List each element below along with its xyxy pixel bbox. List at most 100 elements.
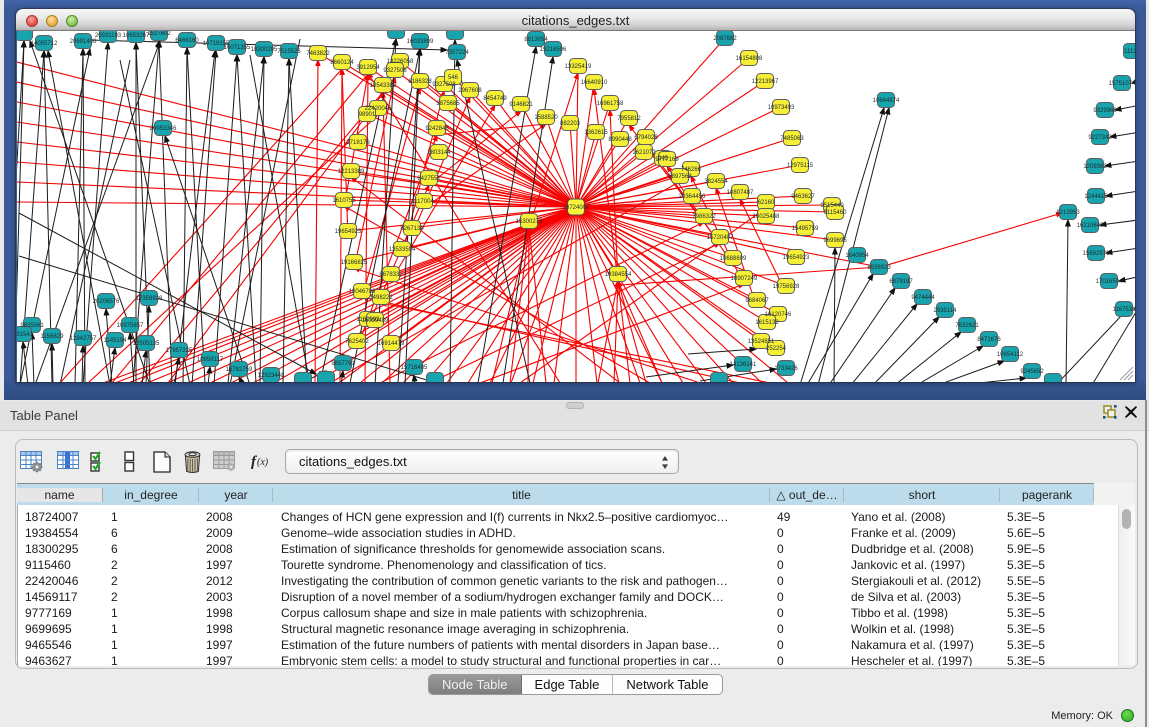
svg-text:9327506: 9327506 [383, 68, 407, 74]
svg-text:2935114: 2935114 [934, 308, 958, 314]
svg-text:8938923: 8938923 [867, 265, 891, 271]
svg-text:15692971: 15692971 [1083, 251, 1110, 257]
svg-text:7357224: 7357224 [445, 50, 469, 56]
svg-text:8267130: 8267130 [400, 226, 424, 232]
svg-text:8186328: 8186328 [408, 79, 432, 85]
svg-text:9515440: 9515440 [820, 203, 844, 209]
svg-text:15495759: 15495759 [792, 226, 819, 232]
svg-text:16154808: 16154808 [736, 56, 763, 62]
svg-text:10543382: 10543382 [370, 83, 397, 89]
svg-text:16071355: 16071355 [224, 45, 251, 51]
svg-text:17957225: 17957225 [166, 348, 193, 354]
svg-text:252254: 252254 [766, 346, 787, 352]
svg-text:(x): (x) [257, 457, 269, 468]
svg-text:6897568: 6897568 [668, 174, 692, 180]
svg-text:1621072: 1621072 [632, 150, 656, 156]
svg-text:13226058: 13226058 [387, 59, 414, 65]
svg-text:20691406: 20691406 [70, 39, 97, 45]
svg-text:9242848: 9242848 [425, 126, 449, 132]
svg-text:117004: 117004 [414, 199, 434, 205]
svg-text:8678332: 8678332 [379, 272, 403, 278]
svg-text:1156829: 1156829 [41, 334, 65, 340]
svg-text:3498222: 3498222 [369, 295, 393, 301]
svg-text:3824554: 3824554 [704, 179, 728, 185]
svg-text:1615132: 1615132 [755, 320, 779, 326]
svg-text:7986322: 7986322 [692, 214, 716, 220]
svg-text:8813054: 8813054 [524, 37, 548, 43]
svg-text:7955812: 7955812 [617, 116, 641, 122]
svg-text:62160: 62160 [758, 200, 775, 206]
svg-text:14136141: 14136141 [730, 362, 757, 368]
svg-text:10654112: 10654112 [997, 352, 1024, 358]
svg-text:1244415: 1244415 [1084, 194, 1108, 200]
svg-text:9227342: 9227342 [1088, 135, 1112, 141]
svg-text:12923448: 12923448 [258, 373, 285, 379]
svg-text:16099489: 16099489 [362, 318, 389, 324]
svg-text:19384554: 19384554 [605, 272, 632, 278]
svg-text:7625402: 7625402 [345, 339, 369, 345]
svg-text:12942757: 12942757 [70, 336, 97, 342]
svg-text:2087682: 2087682 [713, 36, 737, 42]
svg-text:8990448: 8990448 [608, 137, 632, 143]
svg-text:8427552: 8427552 [417, 176, 441, 182]
svg-text:3912954: 3912954 [356, 65, 380, 71]
svg-text:7515526: 7515526 [277, 49, 301, 55]
svg-text:18724007: 18724007 [563, 205, 590, 211]
svg-text:882203: 882203 [560, 121, 581, 127]
svg-text:13533594: 13533594 [389, 247, 416, 253]
svg-text:1610755: 1610755 [332, 198, 356, 204]
svg-text:1640954: 1640954 [845, 253, 869, 259]
svg-text:16640910: 16640910 [581, 80, 608, 86]
svg-text:16120746: 16120746 [765, 312, 792, 318]
svg-text:1362615: 1362615 [584, 130, 608, 136]
svg-text:8213953: 8213953 [1056, 210, 1080, 216]
svg-text:1527602: 1527602 [147, 31, 171, 37]
svg-text:15716485: 15716485 [401, 365, 428, 371]
svg-text:9835061: 9835061 [20, 323, 44, 329]
svg-text:6794028: 6794028 [634, 135, 658, 141]
svg-text:8471676: 8471676 [977, 337, 1001, 343]
svg-text:1733426: 1733426 [774, 366, 798, 372]
svg-text:16782759: 16782759 [226, 367, 253, 373]
svg-text:1209382: 1209382 [1083, 164, 1107, 170]
svg-text:19654923: 19654923 [783, 255, 810, 261]
svg-text:9327508: 9327508 [432, 82, 456, 88]
svg-text:18300295: 18300295 [251, 47, 278, 53]
svg-text:13524851: 13524851 [748, 339, 775, 345]
svg-text:7485063: 7485063 [780, 136, 804, 142]
svg-text:15720407: 15720407 [707, 235, 734, 241]
svg-text:20206576: 20206576 [93, 299, 120, 305]
svg-text:546: 546 [448, 75, 459, 81]
svg-text:19166825: 19166825 [341, 260, 368, 266]
svg-text:8660124: 8660124 [330, 60, 354, 66]
svg-text:19756928: 19756928 [773, 284, 800, 290]
svg-text:12213389: 12213389 [338, 169, 365, 175]
svg-text:15300275: 15300275 [516, 219, 543, 225]
svg-text:9857791: 9857791 [331, 361, 355, 367]
svg-text:13325419: 13325419 [565, 64, 592, 70]
svg-text:2967608: 2967608 [458, 88, 482, 94]
svg-text:391541: 391541 [17, 332, 34, 338]
svg-text:6466160: 6466160 [175, 38, 199, 44]
svg-text:16961758: 16961758 [597, 101, 624, 107]
svg-text:3875685: 3875685 [436, 101, 460, 107]
svg-text:10653267: 10653267 [123, 33, 150, 39]
svg-text:10958117: 10958117 [197, 357, 224, 363]
svg-text:12975115: 12975115 [787, 163, 814, 169]
svg-text:18907249: 18907249 [731, 276, 758, 282]
svg-text:1145194: 1145194 [104, 338, 128, 344]
svg-text:2803144: 2803144 [427, 150, 451, 156]
svg-text:11123: 11123 [1124, 49, 1135, 55]
svg-text:9699695: 9699695 [823, 238, 847, 244]
svg-text:10973493: 10973493 [768, 105, 795, 111]
svg-text:19218506: 19218506 [540, 47, 567, 53]
svg-text:9777169: 9777169 [655, 157, 679, 163]
svg-text:12505135: 12505135 [133, 341, 160, 347]
svg-text:17359928: 17359928 [136, 296, 163, 302]
svg-text:14055712: 14055712 [31, 41, 58, 47]
svg-text:10025488: 10025488 [753, 214, 780, 220]
svg-text:6879197: 6879197 [889, 279, 913, 285]
svg-text:9474444: 9474444 [911, 295, 935, 301]
svg-text:746266: 746266 [681, 167, 702, 173]
svg-text:9115460: 9115460 [824, 210, 848, 216]
